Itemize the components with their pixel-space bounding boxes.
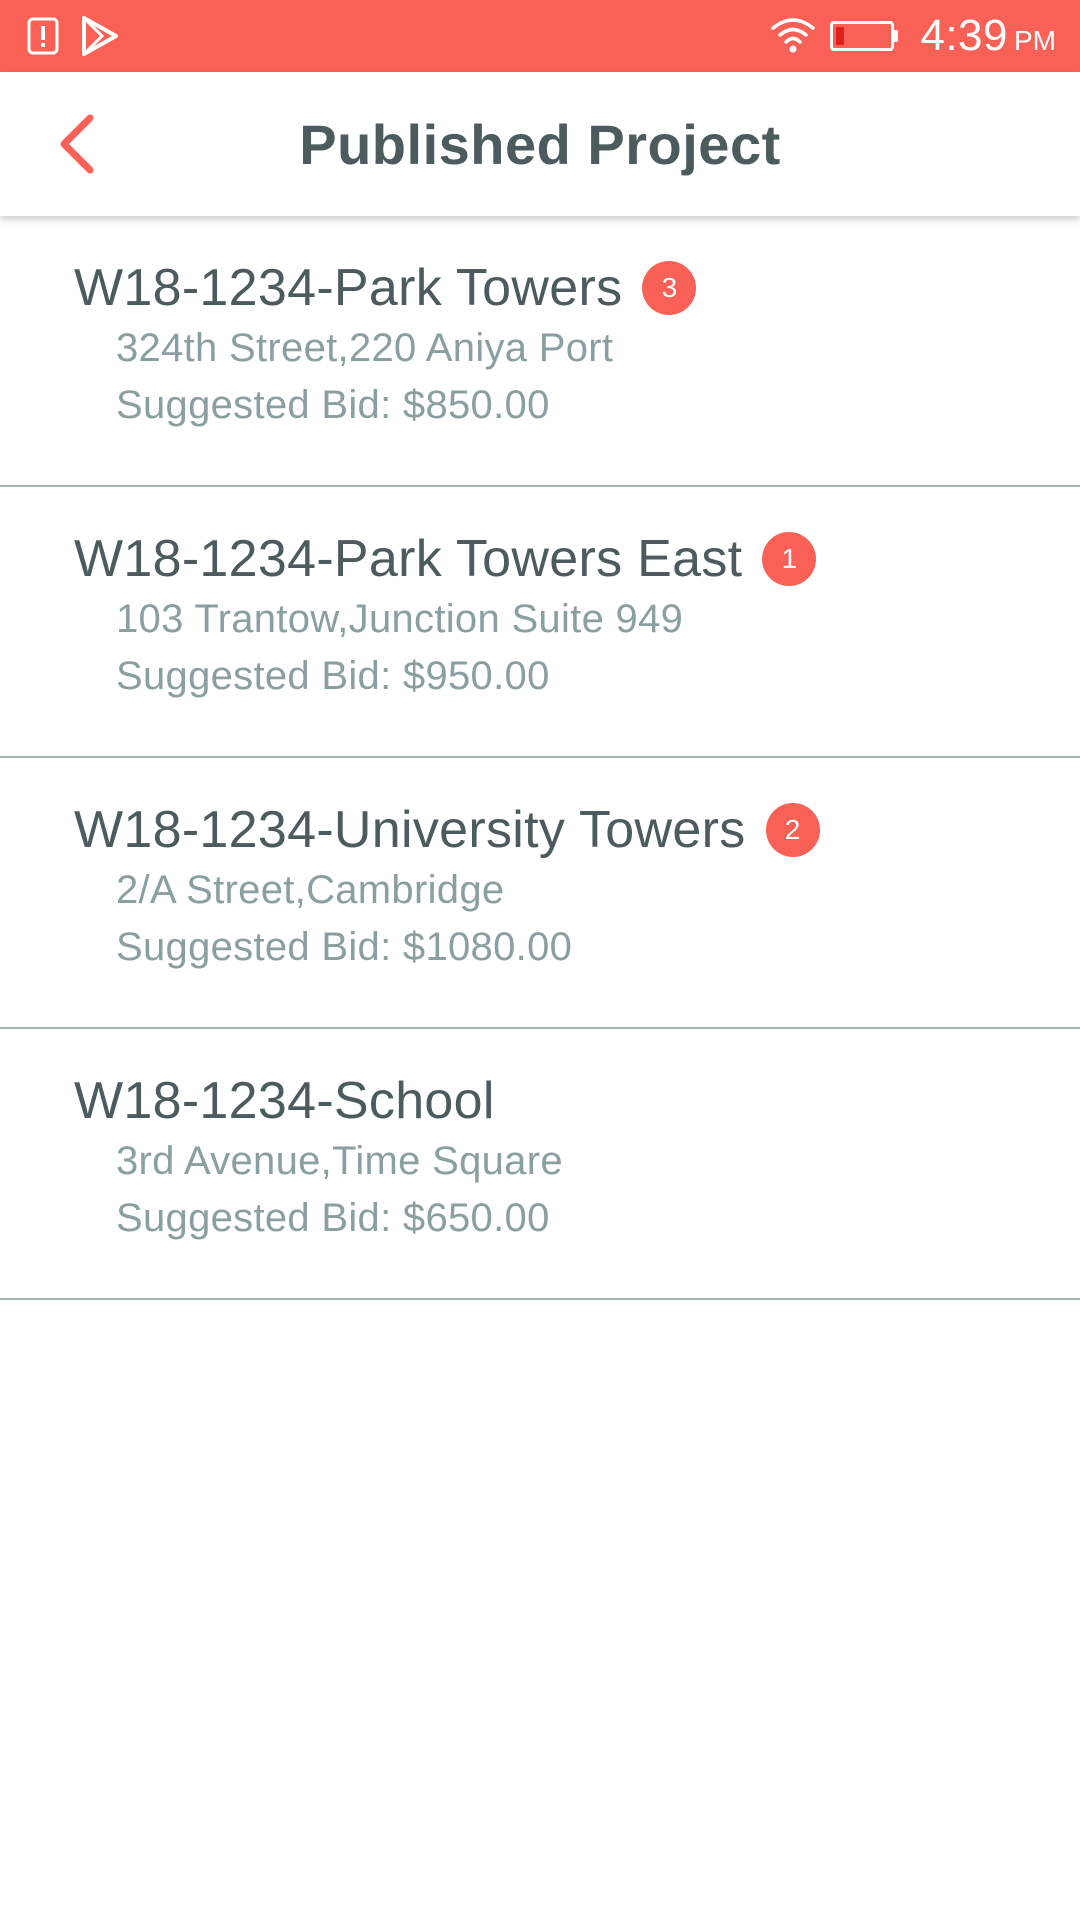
status-bar: 4:39 PM xyxy=(0,0,1080,72)
project-title: W18-1234-University Towers xyxy=(74,801,746,859)
project-address: 2/A Street,Cambridge xyxy=(116,868,505,912)
project-item[interactable]: W18-1234-University Towers 2 2/A Street,… xyxy=(0,758,1080,1029)
back-button[interactable] xyxy=(40,108,112,180)
project-suggested-bid: Suggested Bid: $850.00 xyxy=(116,383,550,427)
battery-icon xyxy=(830,19,899,53)
project-title-row: W18-1234-Park Towers East 1 xyxy=(74,527,817,591)
project-title-row: W18-1234-School xyxy=(74,1069,495,1133)
status-bar-right: 4:39 PM xyxy=(770,10,1056,62)
project-item[interactable]: W18-1234-School 3rd Avenue,Time Square S… xyxy=(0,1029,1080,1300)
status-bar-left xyxy=(26,14,120,58)
project-address: 103 Trantow,Junction Suite 949 xyxy=(116,597,684,641)
project-title: W18-1234-Park Towers xyxy=(74,259,623,317)
project-item[interactable]: W18-1234-Park Towers 3 324th Street,220 … xyxy=(0,216,1080,487)
project-address: 324th Street,220 Aniya Port xyxy=(116,326,614,370)
project-item[interactable]: W18-1234-Park Towers East 1 103 Trantow,… xyxy=(0,487,1080,758)
app-bar: Published Project xyxy=(0,72,1080,216)
play-store-icon xyxy=(82,16,118,56)
project-suggested-bid: Suggested Bid: $650.00 xyxy=(116,1196,550,1240)
status-ampm: PM xyxy=(1014,25,1056,56)
project-title-row: W18-1234-University Towers 2 xyxy=(74,798,820,862)
alert-icon xyxy=(27,17,59,55)
project-title: W18-1234-School xyxy=(74,1072,495,1130)
notification-badge: 1 xyxy=(762,532,817,586)
project-suggested-bid: Suggested Bid: $1080.00 xyxy=(116,925,573,969)
wifi-icon xyxy=(771,18,816,53)
page-title: Published Project xyxy=(299,112,781,176)
project-list: W18-1234-Park Towers 3 324th Street,220 … xyxy=(0,216,1080,1300)
status-time: 4:39 xyxy=(920,11,1008,60)
notification-badge: 3 xyxy=(642,261,697,315)
project-suggested-bid: Suggested Bid: $950.00 xyxy=(116,654,550,698)
notification-badge: 2 xyxy=(765,803,820,857)
chevron-left-icon xyxy=(60,114,94,174)
project-title: W18-1234-Park Towers East xyxy=(74,530,743,588)
project-title-row: W18-1234-Park Towers 3 xyxy=(74,256,697,320)
project-address: 3rd Avenue,Time Square xyxy=(116,1139,563,1183)
